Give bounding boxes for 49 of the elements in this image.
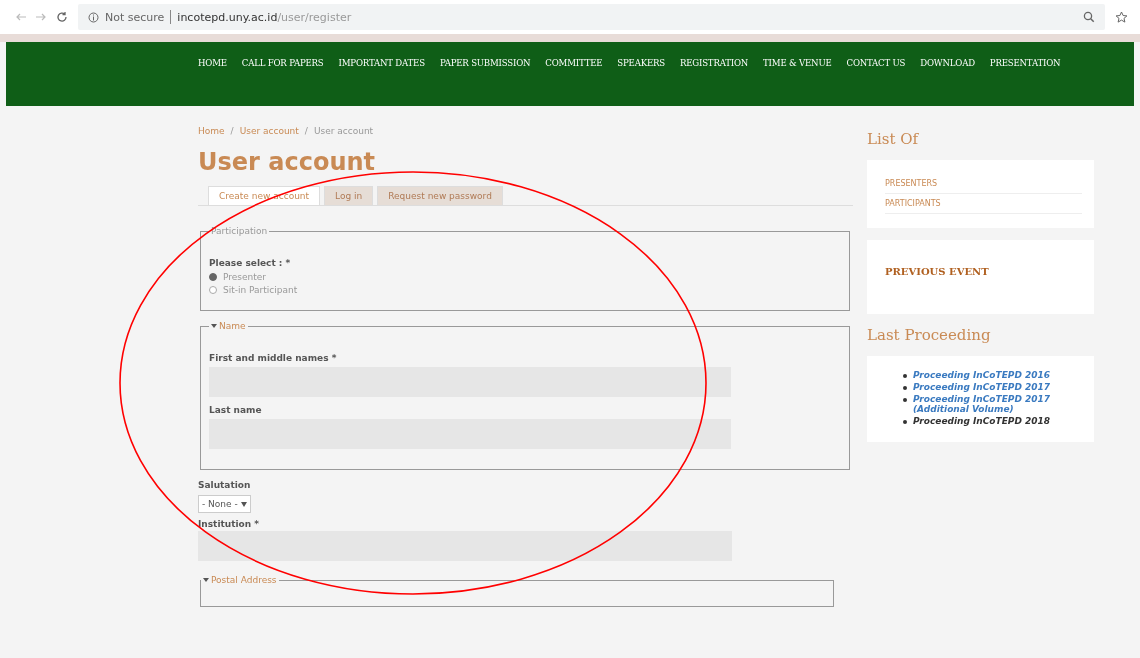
nav-link[interactable]: COMMITTEE [545,48,603,78]
text-field[interactable] [198,531,732,561]
forward-icon[interactable] [36,13,46,21]
nav-link[interactable]: HOME [198,48,227,78]
proceeding-link[interactable]: Proceeding InCoTEPD 2017 [913,382,1051,392]
field-label: Institution * [198,519,261,529]
field-label: Please select : * [209,258,292,268]
bullet-icon [903,398,907,402]
fieldset-legend: Participation [209,226,270,236]
nav-link[interactable]: PRESENTATION [989,48,1061,78]
nav-link[interactable]: REGISTRATION [679,48,749,78]
nav-link[interactable]: SPEAKERS [617,48,665,78]
page-title: User account [198,148,377,176]
radio-label: Sit-in Participant [223,285,298,295]
proceeding-link[interactable]: Proceeding InCoTEPD 2016 [913,370,1051,380]
text-field[interactable] [209,367,731,397]
bullet-icon [903,374,907,378]
breadcrumb-separator: / [304,126,308,136]
breadcrumb-separator: / [230,126,234,136]
salutation-select[interactable]: - None - [198,495,251,513]
radio-button[interactable] [209,286,217,294]
url-text: incotepd.uny.ac.id/user/register [177,10,352,24]
field-label: Salutation [198,480,252,490]
radio-button[interactable] [209,273,217,281]
radio-label: Presenter [223,272,266,282]
caret-icon [240,502,247,507]
info-icon [88,11,99,23]
reload-icon[interactable] [56,11,68,23]
sidebar-link[interactable]: PREVIOUS EVENT [885,266,989,277]
security-label: Not secure [105,10,165,24]
nav-link[interactable]: TIME & VENUE [763,48,832,78]
nav-link[interactable]: DOWNLOAD [920,48,975,78]
bullet-icon [903,420,907,424]
star-icon[interactable] [1115,10,1128,24]
sidebar-heading: Last Proceeding [867,326,992,344]
text-field[interactable] [209,419,731,449]
search-icon[interactable] [1083,11,1095,23]
proceeding-link[interactable]: Proceeding InCoTEPD 2018 [913,416,1051,426]
nav-link[interactable]: CALL FOR PAPERS [241,48,324,78]
back-icon[interactable] [16,13,26,21]
address-bar[interactable]: Not secure incotepd.uny.ac.id/user/register [78,4,1105,30]
proceeding-link[interactable]: Proceeding InCoTEPD 2017 (Additional Volume) [913,394,1082,414]
sidebar-heading: List Of [867,130,920,148]
nav-link[interactable]: PAPER SUBMISSION [439,48,531,78]
bullet-icon [903,386,907,390]
field-label: First and middle names * [209,353,338,363]
nav-link[interactable]: CONTACT US [846,48,906,78]
field-label: Last name [209,405,263,415]
nav-link[interactable]: IMPORTANT DATES [338,48,425,78]
